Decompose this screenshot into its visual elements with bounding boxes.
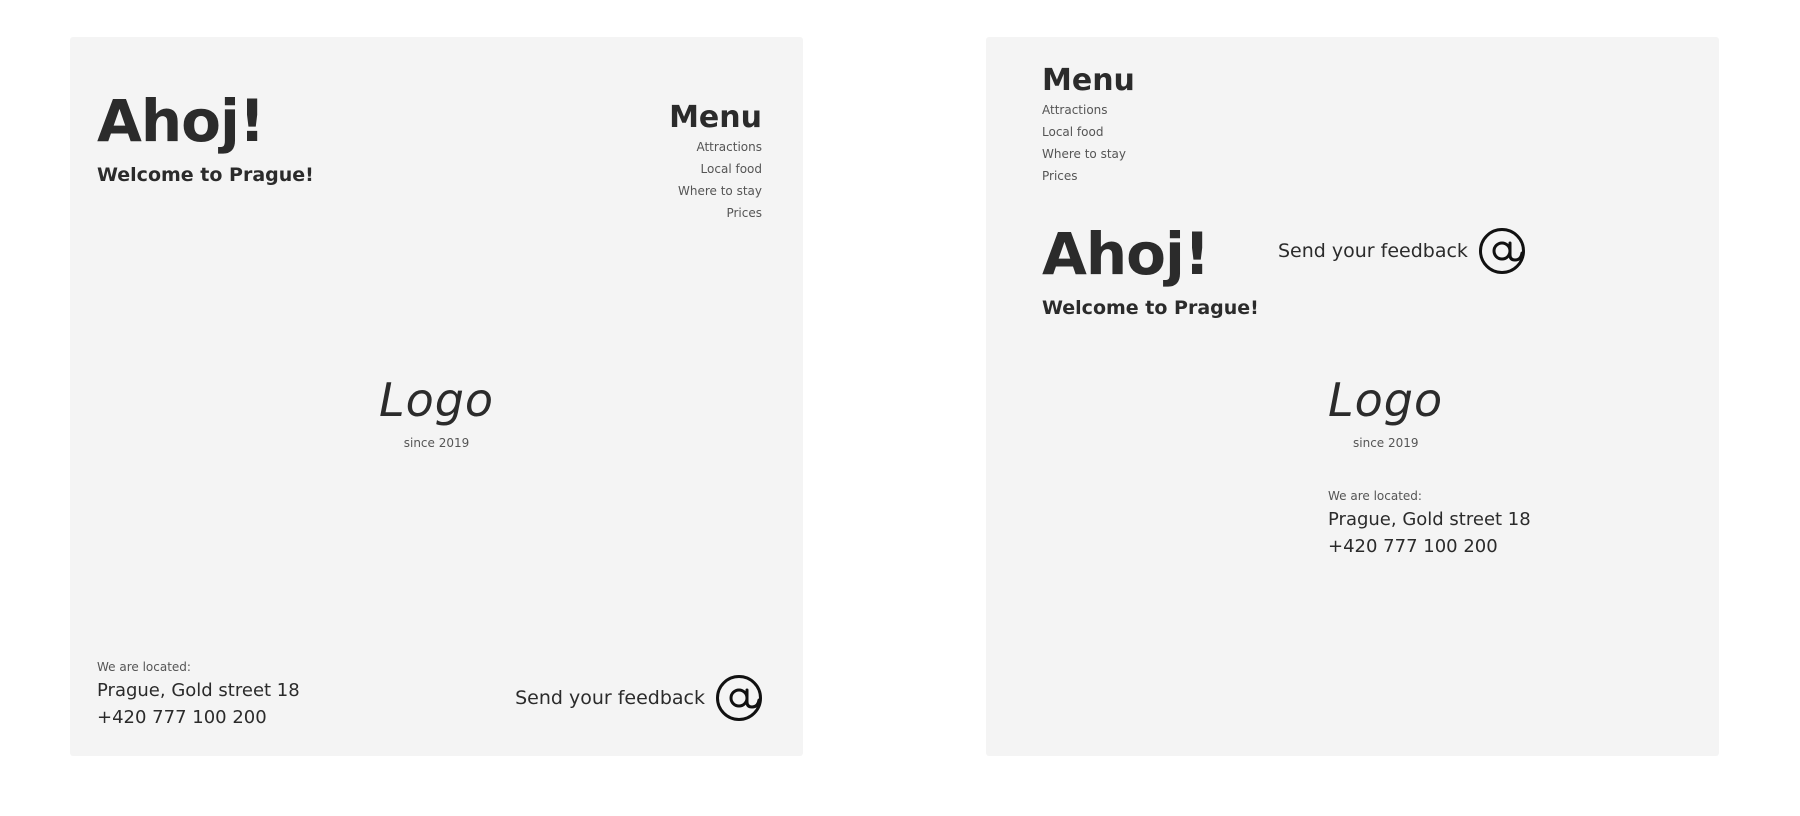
logo-block: Logo since 2019	[70, 377, 803, 449]
menu-nav: Menu Attractions Local food Where to sta…	[1042, 66, 1135, 187]
menu-list: Attractions Local food Where to stay Pri…	[669, 136, 762, 224]
at-sign-icon	[715, 674, 763, 722]
feedback-label: Send your feedback	[1278, 239, 1468, 262]
location-phone[interactable]: +420 777 100 200	[1328, 533, 1531, 560]
location-address: Prague, Gold street 18	[97, 680, 300, 701]
menu-item-prices[interactable]: Prices	[1042, 165, 1135, 187]
since-label: since 2019	[1353, 436, 1419, 450]
location-phone[interactable]: +420 777 100 200	[97, 704, 300, 731]
menu-item-attractions[interactable]: Attractions	[1042, 99, 1135, 121]
menu-title: Menu	[1042, 63, 1135, 98]
at-sign-icon	[1478, 227, 1526, 275]
location-label: We are located:	[1328, 489, 1422, 503]
logo: Logo	[1328, 373, 1444, 427]
menu-item-local-food[interactable]: Local food	[1042, 121, 1135, 143]
logo-block: Logo since 2019	[1328, 377, 1443, 449]
feedback-link[interactable]: Send your feedback	[515, 674, 763, 722]
greeting-heading: Ahoj!	[1042, 220, 1210, 288]
location-label: We are located:	[97, 660, 191, 674]
location-address: Prague, Gold street 18	[1328, 509, 1531, 530]
greeting-block: Ahoj!	[97, 87, 265, 155]
location-block: We are located: Prague, Gold street 18 +…	[1328, 490, 1531, 560]
menu-item-local-food[interactable]: Local food	[669, 158, 762, 180]
menu-nav: Menu Attractions Local food Where to sta…	[669, 103, 762, 224]
welcome-subtitle: Welcome to Prague!	[97, 164, 314, 186]
menu-item-where-to-stay[interactable]: Where to stay	[669, 180, 762, 202]
feedback-link[interactable]: Send your feedback	[1278, 227, 1526, 275]
menu-list: Attractions Local food Where to stay Pri…	[1042, 99, 1135, 187]
menu-item-prices[interactable]: Prices	[669, 202, 762, 224]
menu-title: Menu	[669, 100, 762, 135]
since-label: since 2019	[403, 436, 470, 450]
logo: Logo	[378, 373, 495, 427]
left-card: Ahoj! Welcome to Prague! Menu Attraction…	[70, 37, 803, 756]
feedback-label: Send your feedback	[515, 686, 705, 709]
greeting-heading: Ahoj!	[97, 87, 265, 155]
right-card: Menu Attractions Local food Where to sta…	[986, 37, 1719, 756]
menu-item-where-to-stay[interactable]: Where to stay	[1042, 143, 1135, 165]
welcome-subtitle: Welcome to Prague!	[1042, 297, 1259, 319]
greeting-block: Ahoj!	[1042, 220, 1210, 288]
location-block: We are located: Prague, Gold street 18 +…	[97, 661, 300, 731]
menu-item-attractions[interactable]: Attractions	[669, 136, 762, 158]
